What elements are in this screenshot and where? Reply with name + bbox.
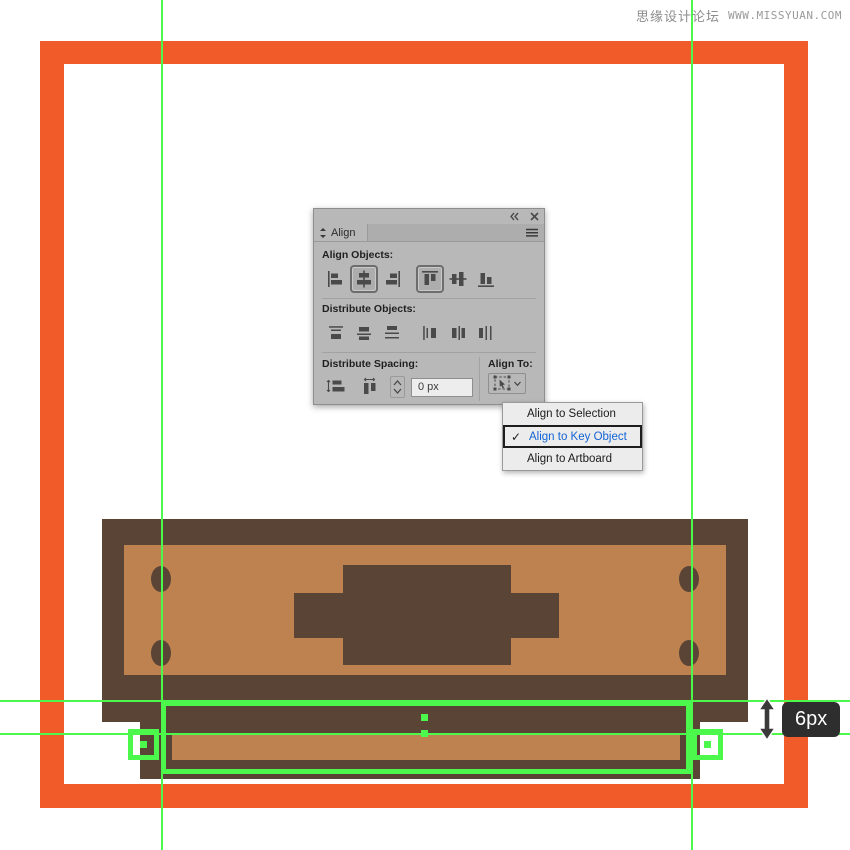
collapse-double-chevron-icon[interactable] [509,211,520,222]
spacing-stepper[interactable] [390,376,405,398]
distribute-spacing-group: Distribute Spacing: 0 px [322,357,479,401]
align-to-label: Align To: [488,358,533,370]
align-objects-label: Align Objects: [322,249,394,261]
horizontal-align-center-button[interactable] [350,265,378,293]
panel-dock-icon [320,227,326,238]
align-to-group: Align To: [479,357,536,401]
menu-item-align-to-key-object[interactable]: ✓ Align to Key Object [503,425,642,448]
screenshot-stage: 6px Align Align Objects: Distribute Obje… [0,0,850,850]
panel-menu-button[interactable] [526,224,544,241]
align-bottom-icon [478,273,494,287]
vertical-distribute-space-button[interactable] [322,373,350,401]
align-to-menu[interactable]: Align to Selection ✓ Align to Key Object… [502,402,643,471]
close-icon[interactable] [529,211,540,222]
distribute-left-icon [423,326,436,340]
horizontal-align-left-button[interactable] [322,265,350,293]
watermark-site-name: 思缘设计论坛 [636,10,721,25]
distribute-bottom-icon [385,326,399,339]
measurement-widget: 6px [756,697,841,741]
tab-align[interactable]: Align [314,224,369,241]
vertical-double-arrow-icon [757,697,777,741]
chevron-down-icon [513,381,521,387]
stepper-up-down-icon [393,380,402,394]
align-panel[interactable]: Align Align Objects: Distribute Objects:… [313,208,545,405]
menu-item-label: Align to Artboard [527,453,613,465]
check-icon: ✓ [511,429,522,444]
distribute-vertical-center-button[interactable] [350,319,378,347]
distribute-objects-label: Distribute Objects: [322,303,416,315]
horizontal-align-right-button[interactable] [378,265,406,293]
distribute-vertical-bottom-button[interactable] [378,319,406,347]
panel-divider-2 [322,352,536,353]
cabinet-knob-bottom-right[interactable] [679,640,699,666]
distribute-objects-row [322,318,536,348]
vertical-space-icon [326,379,345,393]
align-vertical-center-icon [449,272,467,286]
distribute-horizontal-center-icon [452,326,465,340]
distribute-spacing-label: Distribute Spacing: [322,358,419,370]
smart-guide-vertical-right [691,0,693,850]
anchor-point-right[interactable] [704,741,711,748]
distribute-right-icon [479,326,492,340]
align-to-key-object-icon [493,375,510,391]
anchor-point-center-upper[interactable] [421,714,428,721]
spacing-section: Distribute Spacing: 0 px Align To: [322,357,536,401]
align-top-icon [422,271,438,285]
tab-align-label: Align [331,226,356,239]
distribute-horizontal-right-button[interactable] [472,319,500,347]
horizontal-space-icon [363,377,376,394]
align-left-icon [328,271,342,287]
cabinet-center-motif-horizontal[interactable] [294,593,559,638]
distribute-vertical-center-icon [357,327,371,340]
menu-item-label: Align to Selection [527,408,616,420]
panel-tabbar: Align [314,224,544,242]
menu-item-label: Align to Key Object [529,430,627,443]
vertical-align-bottom-button[interactable] [472,265,500,293]
measurement-value-tooltip: 6px [782,701,841,737]
anchor-point-left[interactable] [140,741,147,748]
vertical-align-top-button[interactable] [416,265,444,293]
distribute-horizontal-left-button[interactable] [416,319,444,347]
spacing-input[interactable]: 0 px [411,377,473,397]
distribute-horizontal-center-button[interactable] [444,319,472,347]
selection-bounding-box[interactable] [161,701,691,774]
cabinet-knob-top-right[interactable] [679,566,699,592]
align-right-icon [386,271,400,287]
distribute-spacing-controls: 0 px [322,373,473,401]
anchor-point-center-lower[interactable] [421,730,428,737]
panel-divider-1 [322,298,536,299]
vertical-align-center-button[interactable] [444,265,472,293]
distribute-vertical-top-button[interactable] [322,319,350,347]
menu-item-align-to-artboard[interactable]: Align to Artboard [503,448,642,470]
horizontal-distribute-space-button[interactable] [356,373,384,401]
align-objects-row [322,264,536,294]
panel-titlebar[interactable] [314,209,544,224]
panel-body: Align Objects: Distribute Objects: Distr… [314,242,544,401]
distribute-top-icon [329,326,343,339]
watermark: 思缘设计论坛 WWW.MISSYUAN.COM [636,6,842,25]
align-horizontal-center-icon [357,270,371,288]
align-to-dropdown-button[interactable] [488,373,526,394]
watermark-url: WWW.MISSYUAN.COM [728,9,842,22]
panel-menu-icon [526,228,538,237]
menu-item-align-to-selection[interactable]: Align to Selection [503,403,642,425]
